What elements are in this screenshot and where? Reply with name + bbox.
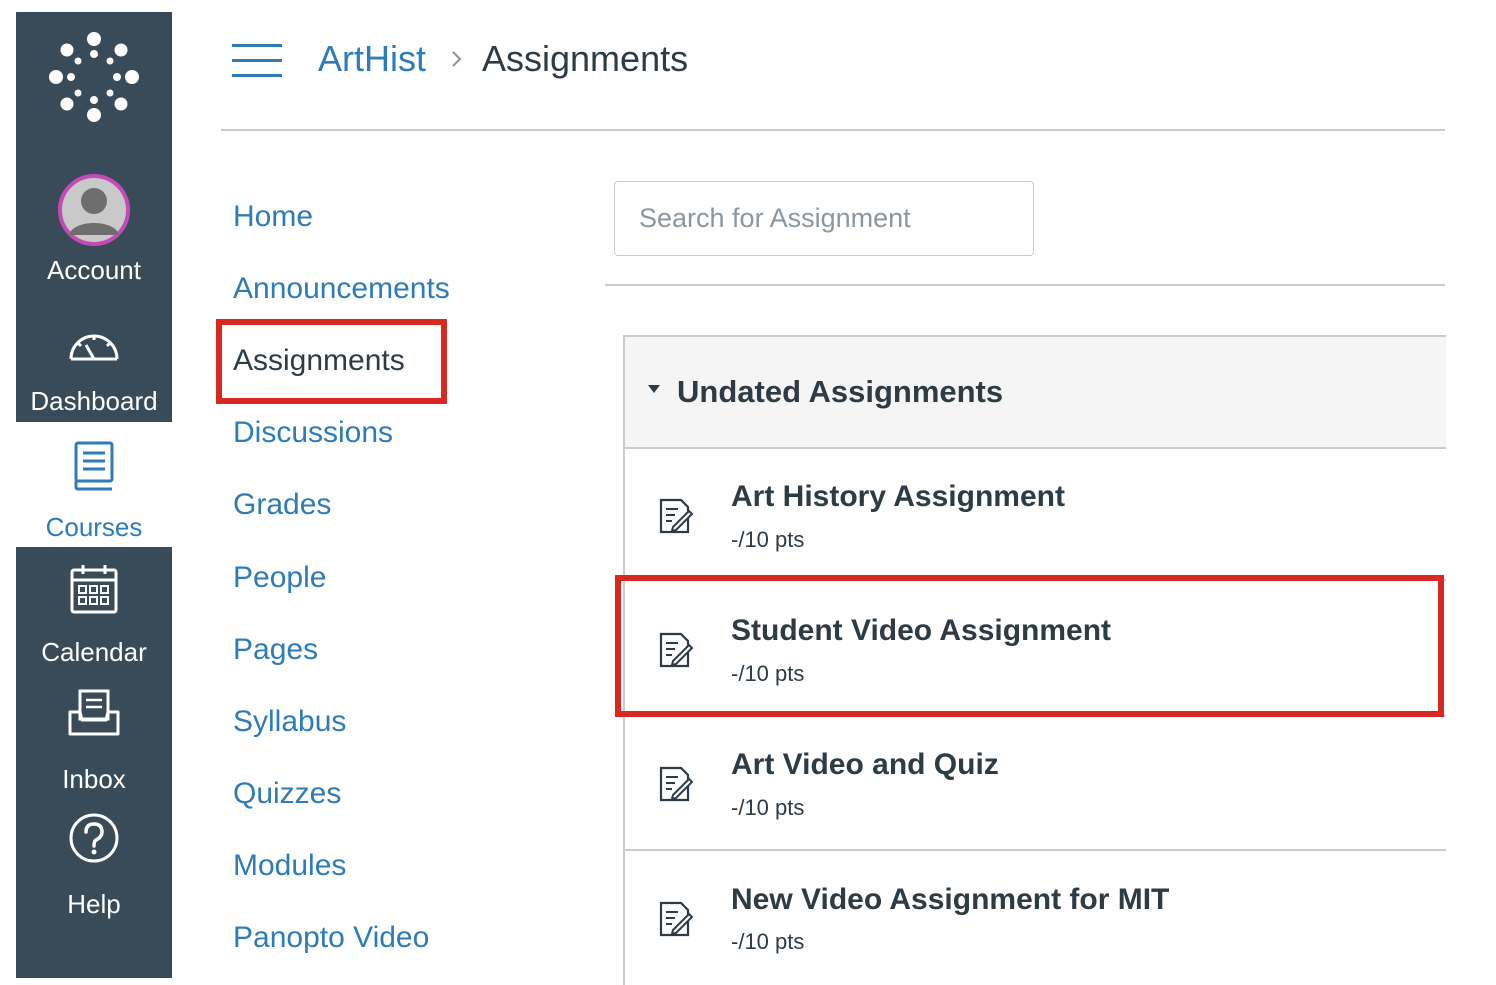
help-icon — [69, 813, 119, 863]
assignment-points: -/10 pts — [731, 527, 805, 552]
assignment-group-header[interactable]: Undated Assignments — [625, 337, 1446, 449]
assignment-title-link[interactable]: Art History Assignment — [731, 480, 1065, 514]
breadcrumb-current-page: Assignments — [482, 38, 689, 79]
course-nav-syllabus[interactable]: Syllabus — [233, 705, 346, 739]
course-nav-quizzes[interactable]: Quizzes — [233, 777, 341, 811]
chevron-right-icon — [452, 51, 462, 67]
courses-icon — [74, 441, 114, 491]
hamburger-icon-line — [232, 74, 282, 77]
assignment-title-link[interactable]: Art Video and Quiz — [731, 748, 999, 782]
nav-calendar[interactable]: Calendar — [16, 547, 172, 672]
canvas-logo-icon — [49, 32, 139, 122]
nav-dashboard-label: Dashboard — [30, 386, 158, 416]
assignment-icon — [659, 901, 694, 937]
header-divider — [221, 129, 1445, 131]
nav-inbox[interactable]: Inbox — [16, 672, 172, 797]
assignment-row[interactable]: Art History Assignment -/10 pts — [625, 447, 1446, 581]
nav-dashboard[interactable]: Dashboard — [16, 310, 172, 422]
nav-courses[interactable]: Courses — [16, 422, 172, 547]
nav-account-label: Account — [47, 255, 141, 285]
calendar-icon — [70, 565, 118, 614]
hamburger-icon-line — [232, 59, 282, 62]
highlight-box-assignments-nav — [216, 319, 447, 404]
assignment-group-title: Undated Assignments — [677, 374, 1004, 409]
nav-help-label: Help — [67, 889, 121, 919]
course-nav-panopto-video[interactable]: Panopto Video — [233, 921, 429, 955]
course-nav-grades[interactable]: Grades — [233, 488, 331, 522]
nav-account[interactable]: Account — [16, 157, 172, 285]
nav-courses-label: Courses — [45, 512, 143, 542]
avatar-icon — [58, 174, 130, 246]
nav-calendar-label: Calendar — [41, 637, 147, 667]
assignment-row[interactable]: Art Video and Quiz -/10 pts — [625, 715, 1446, 849]
course-nav-modules[interactable]: Modules — [233, 849, 346, 883]
global-nav: Account Dashboard Courses Calendar Inbox… — [16, 12, 172, 978]
course-nav-pages[interactable]: Pages — [233, 633, 318, 667]
caret-down-icon — [648, 385, 660, 393]
nav-help[interactable]: Help — [16, 797, 172, 922]
inbox-icon — [68, 689, 120, 736]
assignment-points: -/10 pts — [731, 795, 805, 820]
course-nav-home[interactable]: Home — [233, 200, 313, 234]
assignment-icon — [659, 498, 694, 534]
dashboard-icon — [69, 334, 119, 361]
search-divider — [605, 284, 1445, 286]
canvas-logo[interactable] — [16, 12, 172, 157]
nav-inbox-label: Inbox — [62, 764, 126, 794]
course-nav-announcements[interactable]: Announcements — [233, 272, 450, 306]
course-menu-toggle[interactable] — [232, 44, 282, 78]
assignment-icon — [659, 766, 694, 802]
assignment-row[interactable]: New Video Assignment for MIT -/10 pts — [625, 851, 1446, 985]
highlight-box-student-video-assignment — [615, 575, 1444, 717]
breadcrumb-course-link[interactable]: ArtHist — [318, 38, 426, 80]
hamburger-icon — [232, 44, 282, 47]
assignment-title-link[interactable]: New Video Assignment for MIT — [731, 883, 1169, 917]
search-assignment-input[interactable] — [614, 181, 1034, 256]
course-nav-discussions[interactable]: Discussions — [233, 416, 393, 450]
assignment-points: -/10 pts — [731, 929, 805, 954]
course-nav-people[interactable]: People — [233, 561, 326, 595]
